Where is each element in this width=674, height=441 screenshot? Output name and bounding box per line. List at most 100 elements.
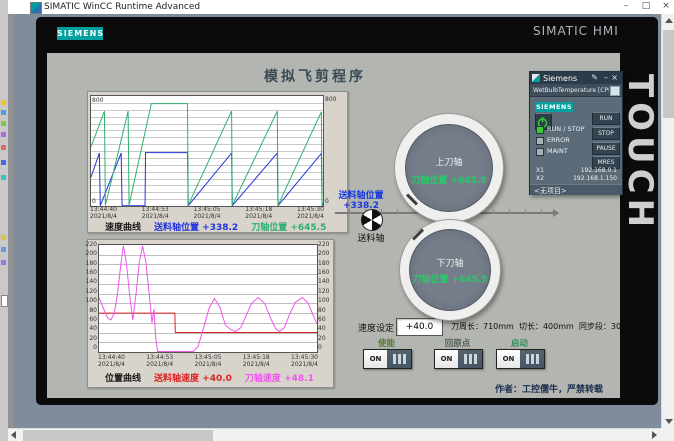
upper-knife-name: 上刀轴 [406, 155, 492, 168]
x-axis-labels: 13:44:402021/8/413:44:532021/8/413:45:05… [90, 206, 324, 220]
x-tick-label: 13:45:052021/8/4 [194, 206, 221, 220]
x-tick-label: 13:44:402021/8/4 [98, 354, 125, 368]
tree-icon [1, 160, 6, 165]
legend-feed-position: 送料轴位置 +338.2 [154, 220, 238, 233]
speed-setting-label: 速度设定 [358, 321, 394, 334]
switch-on-label: ON [435, 350, 458, 368]
x-tick-label: 13:45:302021/8/4 [297, 206, 324, 220]
close-button[interactable]: × [658, 0, 674, 13]
simatic-hmi-label: SIMATIC HMI [533, 24, 619, 38]
scroll-up-button[interactable] [662, 14, 674, 27]
hmi-screen: 模拟飞剪程序 800 0 800 0 13:44:402021/8/413:44… [47, 53, 620, 398]
tree-icon [1, 132, 6, 137]
x2-port-label: X2 [536, 175, 544, 182]
switch-on-label: ON [497, 350, 520, 368]
feed-axis-position-value: +338.2 [335, 202, 387, 211]
legend-feed-speed: 送料轴速度 +40.0 [154, 371, 232, 384]
plcsim-app-icon [532, 74, 540, 82]
enable-switch[interactable]: ON [363, 349, 412, 369]
author-note: 作者：工控儒牛，严禁转载 [495, 382, 603, 395]
lower-knife-core: 下刀轴 刀轴位置 +645.5 [409, 229, 491, 311]
y-axis-min-label: 0 [325, 198, 329, 205]
horizontal-scroll-thumb[interactable] [23, 430, 213, 441]
upper-knife-core: 上刀轴 刀轴位置 +645.5 [405, 124, 493, 212]
project-status: <无项目> [534, 186, 567, 196]
x-tick-label: 13:45:052021/8/4 [195, 354, 222, 368]
curve-送料轴位置 [91, 153, 323, 206]
x1-ip: 192.168.0.1 [581, 167, 617, 174]
window-titlebar[interactable]: SIMATIC WinCC Runtime Advanced – □ × [8, 0, 674, 15]
process-parameters-text: 刀周长：710mm 切长：400mm 同步段：30° [451, 321, 625, 332]
siemens-logo: SIEMENS [57, 27, 103, 40]
run-button[interactable]: RUN [592, 112, 620, 125]
tree-icon [1, 100, 6, 105]
maint-led [536, 148, 544, 156]
error-led [536, 137, 544, 145]
scrollbar-corner [661, 428, 674, 441]
window-frame [8, 14, 14, 428]
vertical-scrollbar[interactable] [661, 14, 674, 428]
plot-area: 800 0 [90, 95, 324, 207]
legend-title: 位置曲线 [105, 371, 141, 384]
tree-icon [1, 121, 6, 126]
run-stop-led [536, 126, 544, 134]
siemens-logo: SIEMENS [535, 102, 573, 112]
plcsim-titlebar[interactable]: Siemens ✎ – × [530, 72, 622, 84]
error-led-label: ERROR [547, 136, 570, 144]
scroll-right-button[interactable] [648, 429, 661, 441]
direction-arrow-icon [553, 209, 559, 217]
legend-knife-position: 刀轴位置 +645.5 [251, 220, 326, 233]
maint-led-label: MAINT [547, 147, 568, 155]
instance-select-icon[interactable] [610, 86, 620, 96]
touch-label: TOUCH [622, 68, 658, 238]
y-axis-left-labels: 220200180160140120100806040200 [86, 242, 97, 351]
minimize-icon[interactable]: – [604, 73, 608, 83]
x2-ip: 192.168.1.150 [573, 175, 617, 182]
feed-axis-position-label: 送料轴位置 [335, 192, 387, 201]
scroll-down-button[interactable] [662, 415, 674, 428]
feed-roller-icon [361, 209, 383, 231]
enable-switch-label: 使能 [363, 337, 410, 349]
maximize-button[interactable]: □ [638, 0, 654, 13]
switch-handle[interactable] [520, 350, 544, 368]
window-title: SIMATIC WinCC Runtime Advanced [44, 2, 200, 12]
tree-node [1, 295, 8, 307]
switch-handle[interactable] [387, 350, 411, 368]
x-tick-label: 13:45:302021/8/4 [291, 354, 318, 368]
horizontal-scrollbar[interactable] [8, 428, 661, 441]
chart-legend: 速度曲线 送料轴位置 +338.2 刀轴位置 +645.5 [88, 220, 364, 233]
tree-icon [1, 175, 6, 180]
plcsim-footer: <无项目> [530, 184, 622, 195]
x-tick-label: 13:45:182021/8/4 [245, 206, 272, 220]
run-stop-led-label: RUN / STOP [547, 125, 585, 133]
y-axis-max-label: 800 [92, 97, 103, 104]
legend-title: 速度曲线 [105, 220, 141, 233]
desktop: SIMATIC WinCC Runtime Advanced – □ × SIE… [0, 0, 674, 441]
stop-button[interactable]: STOP [592, 127, 620, 140]
minimize-button[interactable]: – [618, 0, 634, 13]
switch-handle[interactable] [458, 350, 482, 368]
home-switch-label: 回原点 [434, 337, 481, 349]
vertical-scroll-thumb[interactable] [663, 30, 674, 118]
plcsim-panel: Siemens ✎ – × WetBulbTemperature [CPU 15… [529, 71, 623, 195]
hmi-bezel: SIEMENS SIMATIC HMI TOUCH 模拟飞剪程序 800 0 8… [36, 17, 658, 405]
switch-on-label: ON [364, 350, 387, 368]
tree-icon [1, 110, 6, 115]
curve-刀轴位置 [91, 104, 323, 206]
trend-chart-bottom: 220200180160140120100806040200 220200180… [87, 239, 334, 388]
speed-setpoint-input[interactable] [396, 318, 443, 336]
curve-刀轴速度 [99, 246, 317, 352]
upper-knife-position: 刀轴位置 +645.5 [406, 173, 492, 186]
y-axis-max-label: 800 [325, 96, 336, 103]
pause-button[interactable]: PAUSE [592, 142, 620, 155]
scroll-left-button[interactable] [8, 429, 21, 441]
page-title: 模拟飞剪程序 [230, 66, 400, 86]
start-switch[interactable]: ON [496, 349, 545, 369]
close-icon[interactable]: × [611, 73, 618, 83]
x-tick-label: 13:44:532021/8/4 [146, 354, 173, 368]
edit-icon[interactable]: ✎ [591, 73, 598, 83]
y-axis-min-label: 0 [92, 198, 96, 205]
tree-icon [1, 260, 6, 265]
instance-name: WetBulbTemperature [CPU 1515-2 PN] [533, 87, 609, 94]
home-switch[interactable]: ON [434, 349, 483, 369]
